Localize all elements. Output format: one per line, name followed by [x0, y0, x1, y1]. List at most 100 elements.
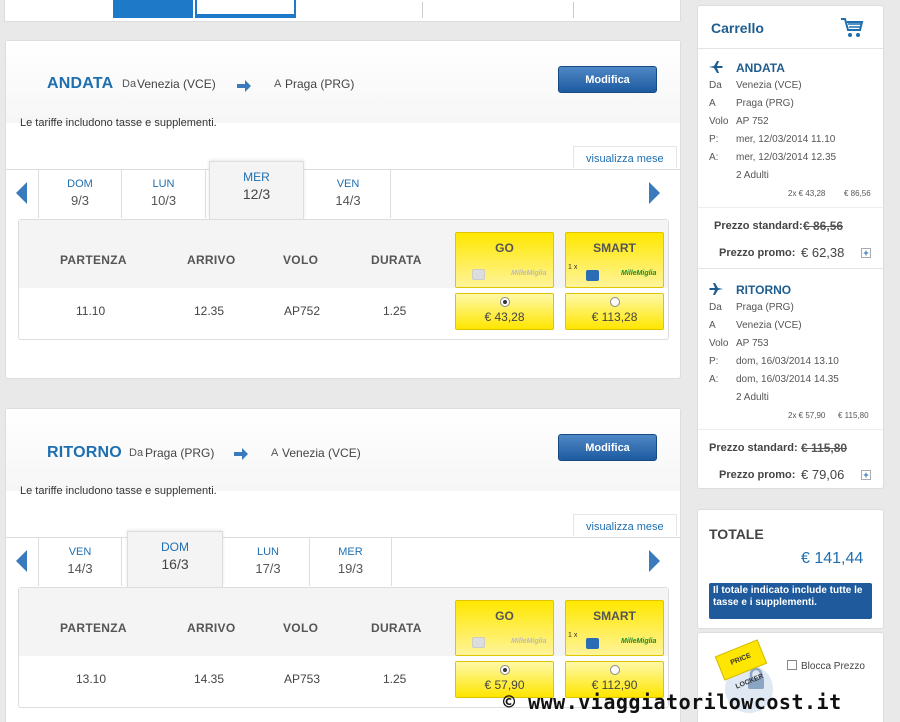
header-departure: PARTENZA: [60, 253, 127, 267]
fare-go[interactable]: GO MilleMiglia: [455, 600, 554, 656]
fare-name: SMART: [593, 241, 636, 255]
day-option[interactable]: DOM 9/3: [38, 170, 122, 218]
fare-price: € 113,28: [591, 310, 638, 324]
label-flight: Volo: [709, 116, 729, 127]
cart-return-title: RITORNO: [736, 283, 792, 297]
millemiglia-logo: MilleMiglia: [621, 270, 657, 277]
total-price: € 141,44: [801, 550, 864, 567]
cart-outbound-title: ANDATA: [736, 61, 785, 75]
cell-departure: 13.10: [76, 672, 107, 686]
plane-icon: [709, 283, 723, 295]
day-date: 19/3: [337, 561, 364, 576]
outbound-panel: ANDATA Da Venezia (VCE) A Praga (PRG) Mo…: [5, 40, 681, 379]
promo-price: € 79,06: [801, 467, 845, 482]
fare-radio[interactable]: [609, 297, 620, 307]
day-date: 9/3: [70, 193, 90, 208]
day-strip: VEN 14/3 LUN 17/3 MER 19/3: [6, 537, 680, 586]
header-duration: DURATA: [371, 621, 422, 635]
label-from: Da: [709, 80, 722, 91]
modify-button[interactable]: Modifica: [558, 434, 657, 461]
price-calc: 2x € 43,28: [788, 189, 826, 198]
standard-price: € 115,80: [801, 441, 848, 455]
return-direction: RITORNO: [47, 444, 122, 461]
modify-button[interactable]: Modifica: [558, 66, 657, 93]
prev-day-arrow-icon[interactable]: [16, 182, 27, 204]
view-month-link[interactable]: visualizza mese: [573, 146, 677, 168]
day-option[interactable]: LUN 17/3: [227, 538, 310, 586]
flight-table: PARTENZA ARRIVO VOLO DURATA GO MilleMigl…: [18, 219, 669, 340]
value-flight: AP 752: [736, 116, 769, 127]
divider: [698, 429, 883, 430]
cell-duration: 1.25: [383, 672, 407, 686]
divider: [698, 268, 883, 269]
standard-price-label: Prezzo standard:: [709, 442, 798, 454]
bag-qty: 1 x: [568, 264, 578, 271]
millemiglia-logo: MilleMiglia: [511, 638, 547, 645]
divider: [698, 207, 883, 208]
day-option[interactable]: VEN 14/3: [306, 170, 391, 218]
top-tabs: [4, 0, 681, 22]
fare-name: GO: [495, 241, 514, 255]
cart-icon: [841, 18, 864, 37]
fare-go-option[interactable]: € 43,28: [455, 293, 554, 330]
day-option[interactable]: MER 19/3: [310, 538, 392, 586]
view-month-link[interactable]: visualizza mese: [573, 514, 677, 536]
price-locker-badge: PRICE LOCKER: [714, 639, 768, 691]
cell-flight: AP753: [284, 672, 321, 686]
label-from: Da: [709, 302, 722, 313]
fare-smart-option[interactable]: € 113,28: [565, 293, 664, 330]
standard-price-label: Prezzo standard:: [714, 220, 803, 232]
passengers: 2 Adulti: [736, 392, 769, 403]
bag-qty: 1 x: [568, 632, 578, 639]
fare-radio[interactable]: [499, 297, 510, 307]
expand-plus-icon[interactable]: +: [861, 248, 871, 258]
day-date: 14/3: [335, 193, 361, 208]
label-departure: P:: [709, 134, 719, 145]
prev-day-arrow-icon[interactable]: [16, 550, 27, 572]
arrow-right-icon: [237, 80, 251, 92]
price-calc: 2x € 57,90: [788, 411, 826, 420]
top-tab-1[interactable]: [113, 0, 193, 18]
header-arrival: ARRIVO: [187, 621, 236, 635]
cart-title: Carrello: [711, 20, 764, 36]
day-name: LUN: [256, 546, 279, 558]
fare-note: Le tariffe includono tasse e supplementi…: [20, 117, 217, 129]
fare-smart[interactable]: SMART 1 x MilleMiglia: [565, 600, 664, 656]
fare-go[interactable]: GO MilleMiglia: [455, 232, 554, 288]
tab-divider: [422, 2, 423, 18]
top-tab-active-inner: [197, 0, 294, 14]
label-flight: Volo: [709, 338, 729, 349]
fare-note: Le tariffe includono tasse e supplementi…: [20, 485, 217, 497]
total-panel: TOTALE € 141,44 Il totale indicato inclu…: [697, 509, 884, 629]
bag-disabled-icon: [472, 269, 485, 280]
header-arrival: ARRIVO: [187, 253, 236, 267]
value-flight: AP 753: [736, 338, 769, 349]
day-date: 14/3: [67, 561, 93, 576]
fare-radio[interactable]: [609, 665, 620, 675]
watermark: © www.viaggiatorilowcost.it: [503, 690, 842, 714]
value-arrival: mer, 12/03/2014 12.35: [736, 152, 837, 163]
watermark-text: www.viaggiatorilowcost.it: [528, 690, 842, 714]
fare-name: SMART: [593, 609, 636, 623]
cell-arrival: 14.35: [194, 672, 225, 686]
selected-day[interactable]: MER 12/3: [209, 161, 304, 219]
arrow-right-icon: [234, 448, 248, 460]
fare-price: € 43,28: [484, 310, 525, 324]
fare-smart[interactable]: SMART 1 x MilleMiglia: [565, 232, 664, 288]
lock-price-checkbox[interactable]: [787, 660, 797, 670]
next-day-arrow-icon[interactable]: [649, 182, 660, 204]
day-option[interactable]: LUN 10/3: [122, 170, 206, 218]
passengers: 2 Adulti: [736, 170, 769, 181]
plane-icon: [709, 61, 723, 73]
day-name: VEN: [336, 178, 360, 190]
return-panel: RITORNO Da Praga (PRG) A Venezia (VCE) M…: [5, 408, 681, 722]
expand-plus-icon[interactable]: +: [861, 470, 871, 480]
promo-price-label: Prezzo promo:: [719, 247, 796, 259]
from-label: Da: [122, 78, 137, 90]
millemiglia-logo: MilleMiglia: [621, 638, 657, 645]
fare-radio[interactable]: [499, 665, 510, 675]
label-arrival: A:: [709, 374, 719, 385]
day-option[interactable]: VEN 14/3: [38, 538, 122, 586]
next-day-arrow-icon[interactable]: [649, 550, 660, 572]
selected-day[interactable]: DOM 16/3: [127, 531, 223, 587]
